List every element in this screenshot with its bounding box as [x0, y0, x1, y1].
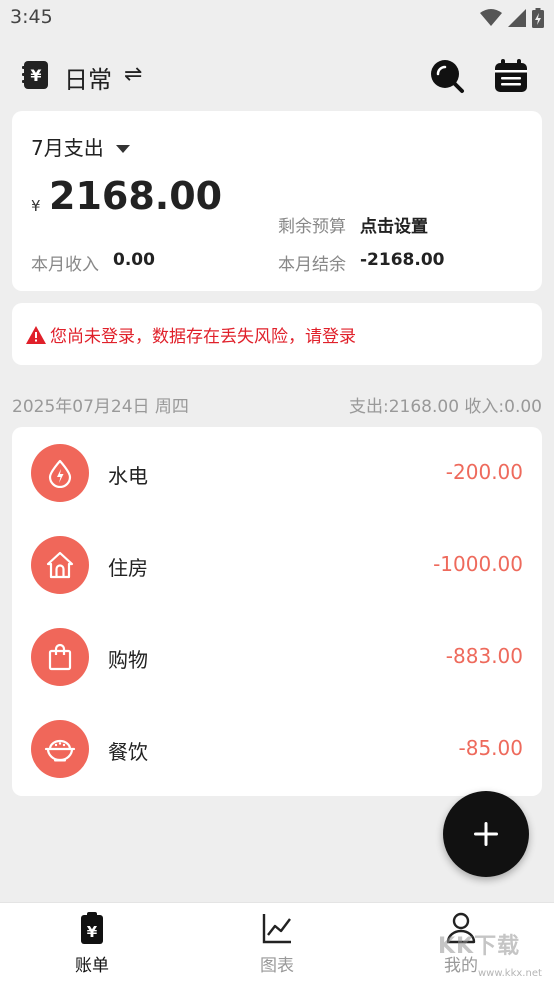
monthly-summary-card: 7月支出 ¥ 2168.00 剩余预算 点击设置 本月收入 0.00 本月结余 … — [12, 111, 542, 291]
monthly-expense-total: 2168.00 — [49, 174, 223, 218]
day-totals: 支出:2168.00 收入:0.00 — [348, 397, 542, 417]
caret-down-icon — [115, 144, 130, 153]
day-date: 2025年07月24日 周四 — [12, 397, 189, 417]
add-record-button[interactable] — [443, 791, 529, 877]
record-category: 餐饮 — [108, 740, 148, 764]
utilities-icon — [31, 444, 89, 502]
status-bar: 3:45 — [0, 0, 554, 38]
battery-icon — [532, 8, 544, 28]
balance-label: 本月结余 — [278, 255, 346, 275]
budget-label: 剩余预算 — [278, 217, 346, 237]
record-category: 购物 — [108, 648, 148, 672]
balance-value: -2168.00 — [360, 250, 445, 270]
ledger-title[interactable]: 日常 — [64, 60, 112, 95]
bill-icon: ¥ — [81, 912, 103, 944]
list-item[interactable]: 住房 -1000.00 — [12, 519, 542, 611]
login-warning: 您尚未登录，数据存在丢失风险，请登录 — [26, 322, 356, 347]
watermark: KK下载 — [438, 934, 521, 959]
warning-icon — [26, 325, 46, 344]
month-label: 7月支出 — [31, 136, 104, 160]
list-item[interactable]: 餐饮 -85.00 — [12, 703, 542, 795]
record-amount: -1000.00 — [433, 552, 523, 576]
app-header: ¥ 日常 ⇌ — [0, 50, 554, 100]
income-label: 本月收入 — [31, 255, 99, 275]
month-selector[interactable]: 7月支出 — [31, 132, 130, 161]
status-time: 3:45 — [10, 6, 53, 28]
record-amount: -883.00 — [445, 644, 523, 668]
nav-label: 图表 — [260, 956, 294, 976]
shopping-bag-icon — [31, 628, 89, 686]
food-bowl-icon — [31, 720, 89, 778]
record-category: 住房 — [108, 556, 148, 580]
nav-item-bill[interactable]: ¥ 账单 — [47, 911, 137, 981]
search-icon — [431, 60, 464, 93]
record-category: 水电 — [108, 464, 148, 488]
record-list: 水电 -200.00 住房 -1000.00 购物 -883.00 餐饮 -85… — [12, 427, 542, 796]
plus-icon — [474, 822, 498, 846]
wifi-icon — [480, 9, 502, 26]
signal-icon — [508, 9, 526, 27]
status-icons — [480, 8, 544, 28]
list-item[interactable]: 购物 -883.00 — [12, 611, 542, 703]
bill-icon-glyph: ¥ — [87, 923, 98, 941]
record-amount: -85.00 — [458, 736, 523, 760]
ledger-book-icon[interactable]: ¥ — [20, 59, 52, 91]
nav-label: 账单 — [75, 956, 109, 976]
watermark-url: www.kkx.net — [478, 968, 542, 979]
login-warning-text: 您尚未登录，数据存在丢失风险，请登录 — [50, 327, 356, 347]
login-warning-banner[interactable]: 您尚未登录，数据存在丢失风险，请登录 — [12, 303, 542, 365]
switch-ledger-icon[interactable]: ⇌ — [124, 62, 142, 87]
search-button[interactable] — [428, 57, 466, 95]
record-amount: -200.00 — [445, 460, 523, 484]
house-icon — [31, 536, 89, 594]
chart-icon — [262, 914, 291, 944]
calendar-button[interactable] — [492, 57, 530, 95]
list-item[interactable]: 水电 -200.00 — [12, 427, 542, 519]
ledger-book-glyph: ¥ — [30, 66, 41, 85]
set-budget-button[interactable]: 点击设置 — [360, 212, 428, 237]
currency-symbol: ¥ — [31, 197, 41, 215]
income-value: 0.00 — [113, 250, 155, 270]
calendar-icon — [495, 59, 527, 92]
nav-item-chart[interactable]: 图表 — [232, 911, 322, 981]
